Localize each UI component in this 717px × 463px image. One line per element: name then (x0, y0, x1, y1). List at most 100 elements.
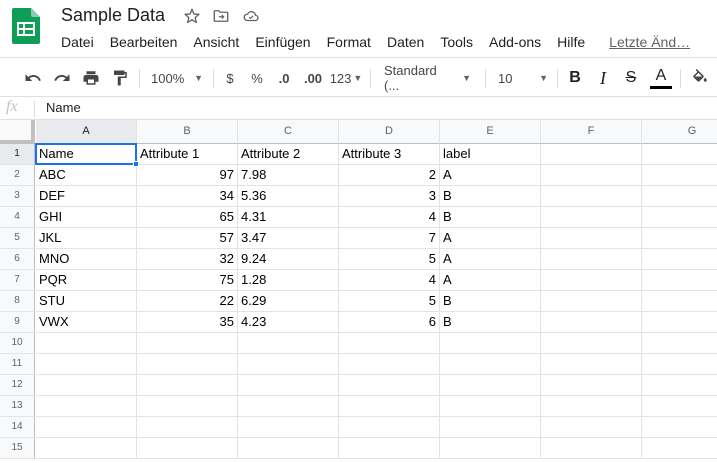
cell-g14[interactable] (642, 417, 717, 438)
cell-d13[interactable] (339, 396, 440, 417)
formula-input[interactable]: Name (38, 97, 708, 119)
cell-d1[interactable]: Attribute 3 (339, 144, 440, 165)
more-formats-dropdown[interactable]: 123 ▼ (329, 65, 363, 91)
cell-g10[interactable] (642, 333, 717, 354)
cell-d10[interactable] (339, 333, 440, 354)
paint-format-button[interactable] (107, 65, 133, 91)
cell-b3[interactable]: 34 (137, 186, 238, 207)
cell-e13[interactable] (440, 396, 541, 417)
cell-f14[interactable] (541, 417, 642, 438)
cell-e5[interactable]: A (440, 228, 541, 249)
row-header-1[interactable]: 1 (0, 144, 35, 165)
cell-b1[interactable]: Attribute 1 (137, 144, 238, 165)
cell-a12[interactable] (36, 375, 137, 396)
cell-f12[interactable] (541, 375, 642, 396)
cell-a1[interactable]: Name (36, 144, 137, 165)
cell-d3[interactable]: 3 (339, 186, 440, 207)
cell-g7[interactable] (642, 270, 717, 291)
cell-c13[interactable] (238, 396, 339, 417)
cell-g9[interactable] (642, 312, 717, 333)
row-header-3[interactable]: 3 (0, 186, 35, 207)
cell-e12[interactable] (440, 375, 541, 396)
font-family-dropdown[interactable]: Standard (... ▼ (380, 63, 475, 93)
cell-f7[interactable] (541, 270, 642, 291)
cell-b12[interactable] (137, 375, 238, 396)
cell-e14[interactable] (440, 417, 541, 438)
cell-g3[interactable] (642, 186, 717, 207)
row-header-10[interactable]: 10 (0, 333, 35, 354)
row-header-15[interactable]: 15 (0, 438, 35, 459)
bold-button[interactable]: B (564, 65, 586, 91)
last-edit-link[interactable]: Letzte Änd… (601, 31, 698, 53)
column-header-b[interactable]: B (137, 120, 238, 144)
row-header-2[interactable]: 2 (0, 165, 35, 186)
cell-a4[interactable]: GHI (36, 207, 137, 228)
fill-handle[interactable] (133, 161, 139, 167)
cell-b8[interactable]: 22 (137, 291, 238, 312)
text-color-button[interactable]: A (648, 65, 674, 91)
redo-button[interactable] (49, 65, 75, 91)
cell-c12[interactable] (238, 375, 339, 396)
cell-e8[interactable]: B (440, 291, 541, 312)
row-header-11[interactable]: 11 (0, 354, 35, 375)
cell-f1[interactable] (541, 144, 642, 165)
cell-d12[interactable] (339, 375, 440, 396)
cell-e10[interactable] (440, 333, 541, 354)
cell-f8[interactable] (541, 291, 642, 312)
cell-b15[interactable] (137, 438, 238, 459)
print-button[interactable] (78, 65, 104, 91)
cell-d5[interactable]: 7 (339, 228, 440, 249)
cell-f15[interactable] (541, 438, 642, 459)
cell-f9[interactable] (541, 312, 642, 333)
cell-e4[interactable]: B (440, 207, 541, 228)
cell-e9[interactable]: B (440, 312, 541, 333)
document-title[interactable]: Sample Data (61, 5, 165, 26)
strikethrough-button[interactable]: S (620, 65, 642, 91)
cell-f5[interactable] (541, 228, 642, 249)
cell-c9[interactable]: 4.23 (238, 312, 339, 333)
cell-d14[interactable] (339, 417, 440, 438)
cell-a2[interactable]: ABC (36, 165, 137, 186)
cell-e7[interactable]: A (440, 270, 541, 291)
cell-g4[interactable] (642, 207, 717, 228)
row-header-6[interactable]: 6 (0, 249, 35, 270)
cell-d11[interactable] (339, 354, 440, 375)
cell-b13[interactable] (137, 396, 238, 417)
cell-g15[interactable] (642, 438, 717, 459)
cell-f6[interactable] (541, 249, 642, 270)
cell-b9[interactable]: 35 (137, 312, 238, 333)
cell-c10[interactable] (238, 333, 339, 354)
cell-d2[interactable]: 2 (339, 165, 440, 186)
cell-f2[interactable] (541, 165, 642, 186)
cell-b2[interactable]: 97 (137, 165, 238, 186)
cell-e11[interactable] (440, 354, 541, 375)
menu-file[interactable]: Datei (53, 31, 102, 53)
cell-a5[interactable]: JKL (36, 228, 137, 249)
percent-format-button[interactable]: % (246, 65, 268, 91)
cell-g2[interactable] (642, 165, 717, 186)
cell-g8[interactable] (642, 291, 717, 312)
cell-f4[interactable] (541, 207, 642, 228)
zoom-dropdown[interactable]: 100% ▼ (147, 65, 207, 91)
cell-a7[interactable]: PQR (36, 270, 137, 291)
cell-a3[interactable]: DEF (36, 186, 137, 207)
cell-d4[interactable]: 4 (339, 207, 440, 228)
cell-e2[interactable]: A (440, 165, 541, 186)
cell-g11[interactable] (642, 354, 717, 375)
cell-c2[interactable]: 7.98 (238, 165, 339, 186)
row-header-13[interactable]: 13 (0, 396, 35, 417)
row-header-9[interactable]: 9 (0, 312, 35, 333)
increase-decimals-button[interactable]: .00 (300, 65, 326, 91)
font-size-dropdown[interactable]: 10 ▼ (494, 65, 552, 91)
cell-e3[interactable]: B (440, 186, 541, 207)
row-header-7[interactable]: 7 (0, 270, 35, 291)
cell-f11[interactable] (541, 354, 642, 375)
cell-f10[interactable] (541, 333, 642, 354)
cell-b7[interactable]: 75 (137, 270, 238, 291)
cell-a6[interactable]: MNO (36, 249, 137, 270)
currency-format-button[interactable]: $ (219, 65, 241, 91)
cell-a13[interactable] (36, 396, 137, 417)
star-icon[interactable] (183, 7, 201, 25)
cell-d15[interactable] (339, 438, 440, 459)
cell-b6[interactable]: 32 (137, 249, 238, 270)
